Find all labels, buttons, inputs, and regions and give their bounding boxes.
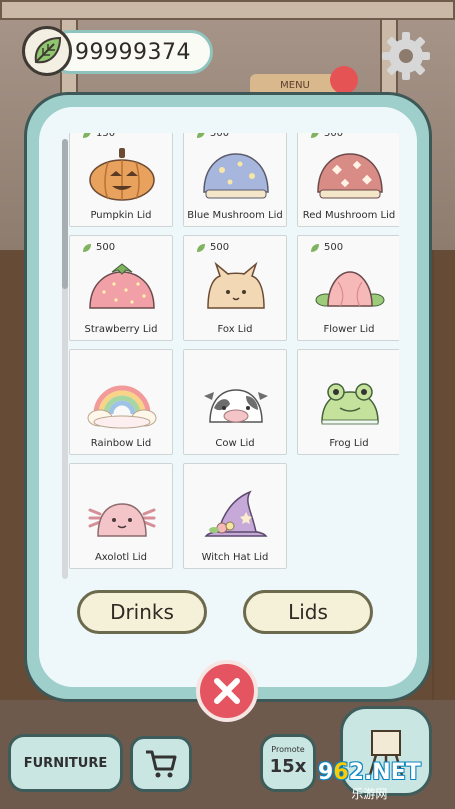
flower-lid-icon	[315, 271, 385, 307]
witch-hat-lid-icon	[204, 490, 268, 537]
axolotl-lid-icon	[88, 503, 156, 537]
site-watermark: 962.NET 乐游网	[318, 760, 421, 801]
cart-icon	[146, 750, 177, 778]
notification-dot	[330, 66, 358, 94]
shop-item-red-mushroom-lid[interactable]: 500 Red Mushroom Lid	[297, 133, 399, 227]
promote-label: Promote	[271, 745, 305, 754]
currency-amount: 99999374	[75, 39, 191, 65]
close-icon	[214, 678, 240, 704]
blue-mushroom-lid-icon	[203, 153, 269, 199]
price-tag: 500	[196, 242, 229, 253]
leaf-icon	[311, 133, 319, 138]
leaf-icon	[83, 243, 91, 252]
shop-item-axolotl-lid[interactable]: Axolotl Lid	[69, 463, 173, 569]
rainbow-lid-icon	[87, 385, 157, 429]
promote-button[interactable]: Promote 15x	[260, 734, 316, 792]
shop-modal: 150 Pumpkin Lid 500 Blue Mushroom Lid 50…	[24, 92, 432, 702]
tab-drinks[interactable]: Drinks	[77, 590, 207, 634]
pumpkin-lid-icon	[89, 148, 155, 201]
frog-lid-icon	[321, 383, 379, 425]
shop-cart-button[interactable]	[130, 736, 192, 792]
shop-item-blue-mushroom-lid[interactable]: 500 Blue Mushroom Lid	[183, 133, 287, 227]
settings-gear-icon[interactable]	[380, 30, 432, 82]
ceiling-beam	[0, 0, 455, 20]
promote-value: 15x	[269, 756, 307, 777]
price-tag: 500	[310, 133, 343, 139]
close-button[interactable]	[196, 660, 258, 722]
leaf-icon	[197, 243, 205, 252]
shop-item-witch-hat-lid[interactable]: Witch Hat Lid	[183, 463, 287, 569]
cow-lid-icon	[204, 389, 268, 423]
leaf-icon	[197, 133, 205, 138]
tab-lids[interactable]: Lids	[243, 590, 373, 634]
shop-item-rainbow-lid[interactable]: Rainbow Lid	[69, 349, 173, 455]
shop-item-fox-lid[interactable]: 500 Fox Lid	[183, 235, 287, 341]
furniture-button[interactable]: FURNITURE	[8, 734, 123, 792]
price-tag: 150	[82, 133, 115, 139]
shop-item-frog-lid[interactable]: Frog Lid	[297, 349, 399, 455]
item-grid: 150 Pumpkin Lid 500 Blue Mushroom Lid 50…	[59, 133, 399, 577]
currency-display: 99999374	[48, 30, 213, 74]
strawberry-lid-icon	[89, 263, 155, 309]
shop-item-pumpkin-lid[interactable]: 150 Pumpkin Lid	[69, 133, 173, 227]
leaf-icon	[311, 243, 319, 252]
price-tag: 500	[310, 242, 343, 253]
shop-item-cow-lid[interactable]: Cow Lid	[183, 349, 287, 455]
price-tag: 500	[196, 133, 229, 139]
price-tag: 500	[82, 242, 115, 253]
shop-item-flower-lid[interactable]: 500 Flower Lid	[297, 235, 399, 341]
red-mushroom-lid-icon	[317, 153, 383, 199]
fox-lid-icon	[207, 261, 265, 309]
shop-item-strawberry-lid[interactable]: 500 Strawberry Lid	[69, 235, 173, 341]
leaf-icon	[83, 133, 91, 138]
leaf-icon	[22, 26, 72, 76]
